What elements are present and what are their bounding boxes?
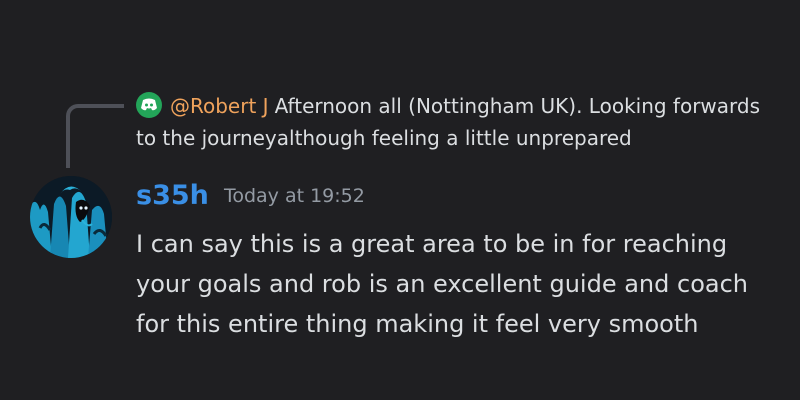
timestamp[interactable]: Today at 19:52 xyxy=(224,185,365,207)
discord-logo-icon xyxy=(136,92,162,118)
chat-message-view: @Robert J Afternoon all (Nottingham UK). … xyxy=(0,0,800,400)
reply-connector-line xyxy=(66,104,124,168)
user-avatar[interactable] xyxy=(30,176,112,258)
avatar-image xyxy=(30,176,112,258)
message-header: s35h Today at 19:52 xyxy=(136,180,365,220)
message-content: I can say this is a great area to be in … xyxy=(136,230,748,338)
reply-preview[interactable]: @Robert J Afternoon all (Nottingham UK). … xyxy=(136,90,776,154)
reply-author[interactable]: @Robert J xyxy=(170,94,269,118)
username[interactable]: s35h xyxy=(136,180,209,211)
